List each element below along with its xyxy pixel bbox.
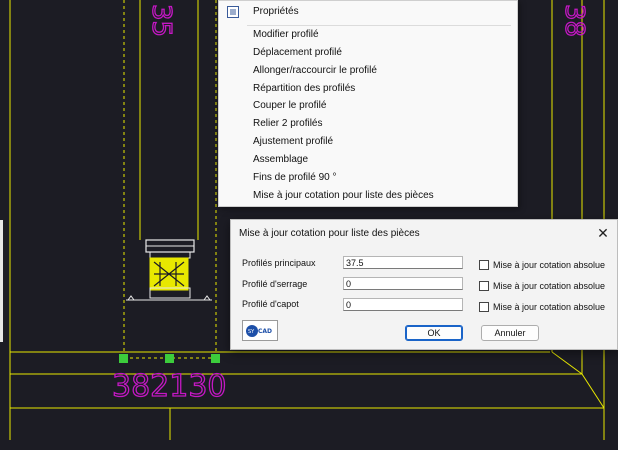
menu-item-cut-profile[interactable]: Couper le profilé [219, 97, 517, 115]
menu-item-label: Ajustement profilé [253, 136, 334, 147]
cancel-button[interactable]: Annuler [481, 325, 539, 341]
cover-profile-input[interactable] [343, 298, 463, 311]
svg-text:CAD: CAD [258, 328, 272, 335]
selected-profile-dashed-lines [123, 0, 217, 359]
main-profiles-absolute-label: Mise à jour cotation absolue [493, 260, 606, 270]
menu-item-label: Allonger/raccourcir le profilé [253, 65, 377, 76]
main-profiles-absolute-checkbox[interactable] [479, 260, 489, 270]
menu-item-label: Assemblage [253, 154, 309, 165]
update-dimension-dialog: Mise à jour cotation pour liste des pièc… [230, 219, 618, 350]
menu-item-assembly[interactable]: Assemblage [219, 151, 517, 169]
clamp-profile-label: Profilé d'serrage [242, 279, 308, 289]
menu-item-label: Propriétés [253, 6, 299, 17]
menu-item-label: Mise à jour cotation pour liste des pièc… [253, 190, 434, 201]
dialog-title: Mise à jour cotation pour liste des pièc… [239, 228, 420, 239]
main-profiles-label: Profilés principaux [242, 258, 316, 268]
context-menu: Propriétés Modifier profilé Déplacement … [218, 0, 518, 207]
menu-item-distribute-profiles[interactable]: Répartition des profilés [219, 80, 517, 98]
menu-item-update-dimension[interactable]: Mise à jour cotation pour liste des pièc… [219, 187, 517, 205]
menu-item-modify-profile[interactable]: Modifier profilé [219, 26, 517, 44]
menu-item-label: Fins de profilé 90 ° [253, 172, 337, 183]
menu-item-move-profile[interactable]: Déplacement profilé [219, 44, 517, 62]
grip-left [119, 354, 128, 363]
menu-item-extend-profile[interactable]: Allonger/raccourcir le profilé [219, 62, 517, 80]
svg-text:SY: SY [248, 329, 255, 335]
clamp-profile-input[interactable] [343, 277, 463, 290]
properties-icon [227, 6, 239, 18]
dimension-text-main: 382130 [112, 369, 227, 404]
menu-item-adjust-profile[interactable]: Ajustement profilé [219, 133, 517, 151]
syscad-logo: SY CAD [242, 320, 278, 341]
profile-section-detail[interactable] [126, 239, 212, 301]
menu-item-label: Modifier profilé [253, 29, 319, 40]
menu-item-label: Relier 2 profilés [253, 118, 323, 129]
dimension-text-top-left: 35 [146, 4, 176, 37]
clamp-profile-absolute-checkbox[interactable] [479, 281, 489, 291]
main-profiles-input[interactable] [343, 256, 463, 269]
close-icon[interactable]: ✕ [593, 223, 613, 243]
menu-item-join-profiles[interactable]: Relier 2 profilés [219, 115, 517, 133]
window-edge-panel [0, 220, 3, 342]
menu-item-profile-ends-90[interactable]: Fins de profilé 90 ° [219, 169, 517, 187]
menu-item-properties[interactable]: Propriétés [219, 3, 517, 21]
menu-item-label: Couper le profilé [253, 100, 327, 111]
ok-button[interactable]: OK [405, 325, 463, 341]
grip-middle [165, 354, 174, 363]
cover-profile-absolute-label: Mise à jour cotation absolue [493, 302, 606, 312]
menu-item-label: Déplacement profilé [253, 47, 342, 58]
menu-item-label: Répartition des profilés [253, 83, 356, 94]
cover-profile-absolute-checkbox[interactable] [479, 302, 489, 312]
grip-right [211, 354, 220, 363]
cover-profile-label: Profilé d'capot [242, 299, 299, 309]
clamp-profile-absolute-label: Mise à jour cotation absolue [493, 281, 606, 291]
dimension-text-top-right: 38 [559, 4, 589, 37]
